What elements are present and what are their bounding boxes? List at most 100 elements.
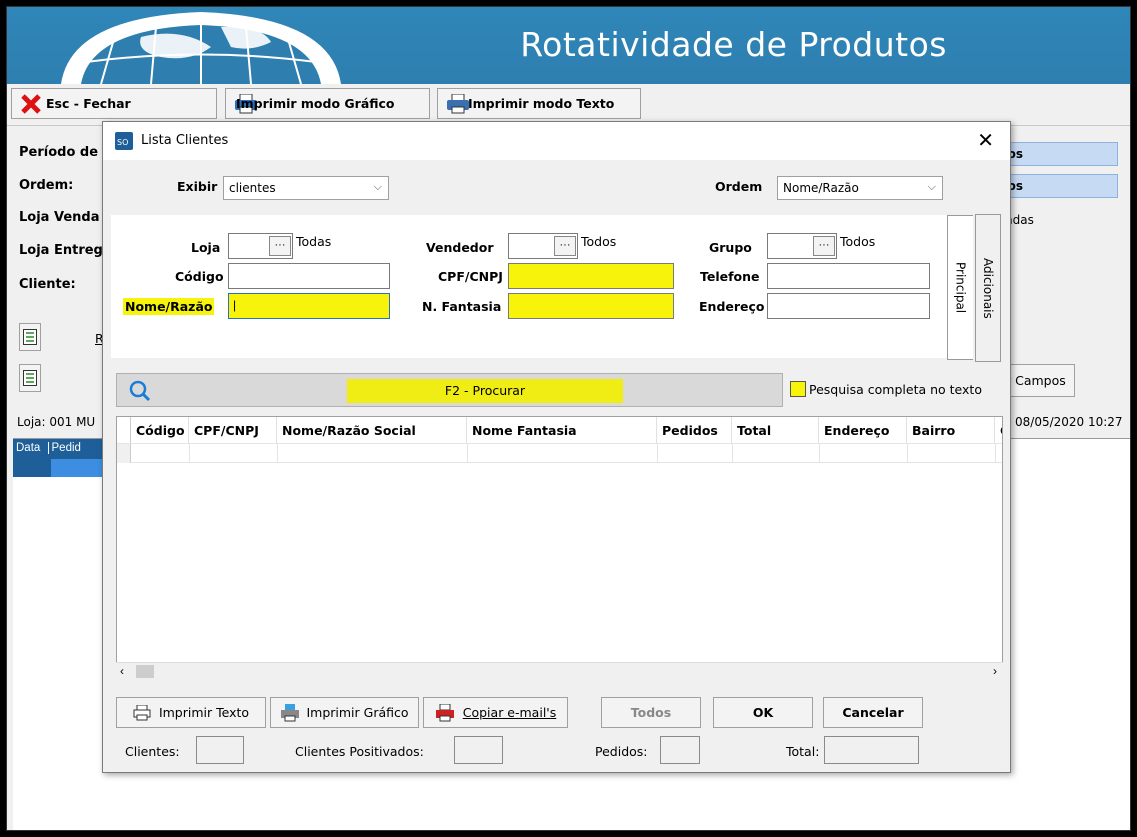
print-text-dialog-label: Imprimir Texto xyxy=(158,705,250,720)
list-icon xyxy=(23,370,37,386)
clientes-count xyxy=(196,736,244,764)
cliente-label: Cliente: xyxy=(19,277,76,292)
grupo-label: Grupo xyxy=(709,240,752,255)
nome-label: Nome/Razão xyxy=(123,298,215,315)
toolbar: Esc - Fechar Imprimir modo Gráfico Impri… xyxy=(7,84,1130,126)
copy-emails-button[interactable]: Copiar e-mail's xyxy=(423,697,568,728)
ordem-label: Ordem xyxy=(715,179,763,194)
clientes-label: Clientes: xyxy=(125,744,180,759)
header-banner: Rotatividade de Produtos xyxy=(7,7,1130,84)
loja-status: Loja: 001 MU xyxy=(17,415,96,429)
filter-panel: Loja ··· Todas Vendedor ··· Todos Grupo … xyxy=(111,215,969,358)
horizontal-scrollbar[interactable]: ‹ › xyxy=(116,662,1003,680)
grid-row-indicator xyxy=(13,459,51,477)
scroll-right-icon[interactable]: › xyxy=(993,664,997,678)
fantasia-input[interactable] xyxy=(508,293,674,319)
pedidos-label: Pedidos: xyxy=(595,744,648,759)
list-icon xyxy=(23,329,37,345)
print-text-dialog-button[interactable]: Imprimir Texto xyxy=(116,697,266,728)
col-total[interactable]: Total xyxy=(732,417,819,443)
col-bairro[interactable]: Bairro xyxy=(907,417,995,443)
row-header-corner xyxy=(117,417,131,443)
ordem-select[interactable]: Nome/Razão ⌵ xyxy=(777,176,943,200)
dialog-title: Lista Clientes xyxy=(141,133,229,148)
search-button[interactable]: F2 - Procurar xyxy=(116,373,783,407)
printer-icon xyxy=(133,704,151,720)
scroll-left-icon[interactable]: ‹ xyxy=(120,664,124,678)
endereco-label: Endereço xyxy=(699,299,765,314)
col-c[interactable]: C xyxy=(995,417,1002,443)
col-nome-fantasia[interactable]: Nome Fantasia xyxy=(467,417,657,443)
todos-button[interactable]: Todos xyxy=(601,697,701,728)
dialog-close-icon[interactable]: ✕ xyxy=(977,128,994,153)
cpf-input[interactable] xyxy=(508,263,674,289)
loja-venda-label: Loja Venda xyxy=(19,210,100,225)
lista-clientes-dialog: SO Lista Clientes ✕ Exibir clientes ⌵ Or… xyxy=(102,121,1011,773)
cancel-button[interactable]: Cancelar xyxy=(823,697,923,728)
grid-selected-cell[interactable] xyxy=(51,459,103,477)
col-cpf[interactable]: CPF/CNPJ xyxy=(189,417,277,443)
timestamp: 08/05/2020 10:27 xyxy=(1015,415,1123,429)
print-graphic-dialog-label: Imprimir Gráfico xyxy=(306,705,409,720)
nome-input[interactable]: | xyxy=(228,293,390,319)
grid-col-pedido: Pedid xyxy=(47,442,81,454)
clients-table: Código CPF/CNPJ Nome/Razão Social Nome F… xyxy=(116,416,1003,676)
total-label: Total: xyxy=(786,744,820,759)
chevron-down-icon: ⌵ xyxy=(927,180,936,193)
ok-button[interactable]: OK xyxy=(713,697,813,728)
magnifier-icon xyxy=(129,380,151,402)
table-row[interactable] xyxy=(117,443,1002,463)
print-graphic-label: Imprimir modo Gráfico xyxy=(236,96,395,111)
print-graphic-button[interactable]: Imprimir modo Gráfico xyxy=(225,88,430,119)
col-codigo[interactable]: Código xyxy=(131,417,189,443)
pedidos-count xyxy=(660,736,700,764)
grid-col-data: Data xyxy=(16,442,41,454)
loja-label: Loja xyxy=(191,240,221,255)
close-x-icon xyxy=(21,93,41,114)
periodo-label: Período de xyxy=(19,145,99,160)
col-endereco[interactable]: Endereço xyxy=(819,417,907,443)
telefone-label: Telefone xyxy=(700,269,760,284)
codigo-label: Código xyxy=(175,269,224,284)
list-button-2[interactable] xyxy=(19,364,41,392)
app-title: Rotatividade de Produtos xyxy=(520,25,947,64)
printer-text-icon xyxy=(447,93,469,113)
col-nome-razao[interactable]: Nome/Razão Social xyxy=(277,417,467,443)
search-button-label: F2 - Procurar xyxy=(347,379,623,403)
full-text-checkbox[interactable] xyxy=(790,381,806,397)
copy-emails-label: Copiar e-mail's xyxy=(462,705,557,720)
positivados-count xyxy=(454,736,503,764)
tab-adicionais[interactable]: Adicionais xyxy=(975,214,1001,362)
vendedor-lookup-button[interactable]: ··· xyxy=(554,236,576,256)
grid-header: Data Pedid xyxy=(13,439,103,459)
close-button-label: Esc - Fechar xyxy=(46,96,131,111)
fantasia-label: N. Fantasia xyxy=(422,299,502,314)
printer-red-icon xyxy=(435,703,454,721)
exibir-select[interactable]: clientes ⌵ xyxy=(223,176,389,200)
endereco-input[interactable] xyxy=(767,293,930,319)
grupo-lookup-button[interactable]: ··· xyxy=(813,236,835,256)
ordem-value: Nome/Razão xyxy=(783,181,859,195)
print-text-label: Imprimir modo Texto xyxy=(468,96,615,111)
close-button[interactable]: Esc - Fechar xyxy=(11,88,217,119)
exibir-label: Exibir xyxy=(177,179,218,194)
print-text-button[interactable]: Imprimir modo Texto xyxy=(437,88,641,119)
print-graphic-dialog-button[interactable]: Imprimir Gráfico xyxy=(270,697,419,728)
grupo-all-text: Todos xyxy=(840,234,876,249)
printer-color-icon xyxy=(281,703,300,721)
tab-principal[interactable]: Principal xyxy=(947,215,973,360)
loja-all-text: Todas xyxy=(296,234,332,249)
codigo-input[interactable] xyxy=(228,263,390,289)
svg-text:SO: SO xyxy=(117,138,128,147)
positivados-label: Clientes Positivados: xyxy=(295,744,424,759)
main-window: Rotatividade de Produtos Esc - Fechar Im… xyxy=(6,6,1131,831)
telefone-input[interactable] xyxy=(767,263,930,289)
vendedor-label: Vendedor xyxy=(426,240,494,255)
loja-lookup-button[interactable]: ··· xyxy=(269,236,291,256)
col-pedidos[interactable]: Pedidos xyxy=(657,417,732,443)
loja-entrega-label: Loja Entreg xyxy=(19,243,103,258)
list-button-1[interactable] xyxy=(19,323,41,351)
exibir-value: clientes xyxy=(229,181,276,195)
chevron-down-icon: ⌵ xyxy=(373,180,382,193)
scroll-thumb[interactable] xyxy=(136,665,154,678)
